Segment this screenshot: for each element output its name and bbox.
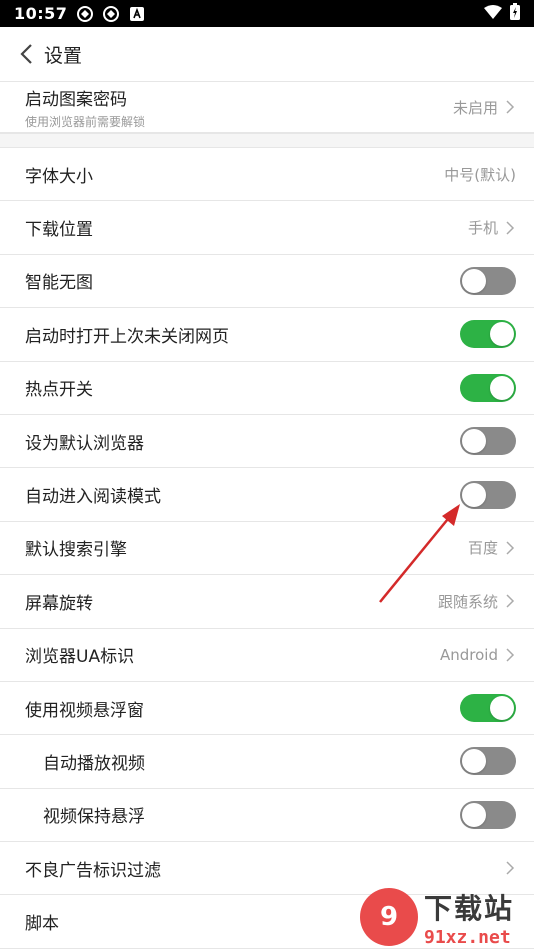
page-title: 设置	[44, 44, 83, 67]
default-browser-row: 设为默认浏览器	[0, 415, 534, 469]
toggle-knob	[462, 482, 486, 507]
toggle-knob	[490, 375, 514, 400]
restore-tabs-label: 启动时打开上次未关闭网页	[25, 326, 229, 347]
search-engine-label: 默认搜索引擎	[25, 540, 127, 561]
smart-no-image-toggle[interactable]	[460, 266, 516, 295]
chevron-right-icon	[504, 593, 516, 609]
wifi-icon	[484, 4, 502, 23]
screen-rotation-value: 跟随系统	[437, 592, 498, 611]
keep-video-float-toggle[interactable]	[460, 800, 516, 829]
toggle-knob	[462, 749, 486, 774]
screen-rotation-row[interactable]: 屏幕旋转 跟随系统	[0, 575, 534, 629]
smart-no-image-row: 智能无图	[0, 255, 534, 309]
screen-rotation-label: 屏幕旋转	[25, 593, 93, 614]
toggle-knob	[462, 268, 486, 293]
download-location-label: 下载位置	[25, 220, 93, 241]
hotspot-toggle[interactable]	[460, 373, 516, 402]
watermark-logo: 9 下载站 91xz.net	[360, 886, 530, 948]
font-size-label: 字体大小	[25, 166, 93, 187]
autoplay-video-row: 自动播放视频	[0, 735, 534, 789]
default-browser-toggle[interactable]	[460, 427, 516, 456]
status-time: 10:57	[14, 4, 68, 23]
toggle-knob	[490, 696, 514, 721]
keep-video-float-row: 视频保持悬浮	[0, 789, 534, 843]
video-float-row: 使用视频悬浮窗	[0, 682, 534, 736]
hotspot-label: 热点开关	[25, 380, 93, 401]
auto-reading-mode-label: 自动进入阅读模式	[25, 487, 161, 508]
scripts-label: 脚本	[25, 914, 59, 935]
chevron-right-icon	[504, 860, 516, 876]
chevron-right-icon	[504, 647, 516, 663]
battery-icon	[510, 3, 520, 24]
video-float-toggle[interactable]	[460, 694, 516, 723]
pattern-lock-label: 启动图案密码	[25, 89, 127, 110]
search-engine-row[interactable]: 默认搜索引擎 百度	[0, 522, 534, 576]
watermark-main: 下载站	[424, 891, 515, 925]
back-arrow-icon	[20, 44, 32, 64]
chevron-right-icon	[504, 99, 516, 115]
download-location-row[interactable]: 下载位置 手机	[0, 201, 534, 255]
status-right	[484, 3, 520, 24]
autoplay-video-toggle[interactable]	[460, 747, 516, 776]
notification-a-icon	[129, 6, 145, 22]
default-browser-label: 设为默认浏览器	[25, 433, 144, 454]
font-size-row[interactable]: 字体大小 中号(默认)	[0, 148, 534, 202]
auto-reading-mode-toggle[interactable]	[460, 480, 516, 509]
download-location-value: 手机	[467, 219, 498, 238]
group-separator	[0, 133, 534, 148]
user-agent-row[interactable]: 浏览器UA标识 Android	[0, 629, 534, 682]
user-agent-value: Android	[440, 645, 498, 664]
status-bar: 10:57	[0, 0, 534, 27]
pattern-lock-value: 未启用	[452, 98, 498, 117]
hotspot-row: 热点开关	[0, 362, 534, 415]
font-size-value: 中号(默认)	[444, 165, 516, 184]
ad-filter-label: 不良广告标识过滤	[25, 860, 161, 881]
autoplay-video-label: 自动播放视频	[43, 753, 145, 774]
app-icon	[103, 5, 120, 22]
pattern-lock-row[interactable]: 启动图案密码 使用浏览器前需要解锁 未启用	[0, 81, 534, 133]
video-float-label: 使用视频悬浮窗	[25, 700, 144, 721]
toggle-knob	[490, 322, 514, 347]
pattern-lock-desc: 使用浏览器前需要解锁	[25, 114, 146, 129]
toggle-knob	[462, 429, 486, 454]
chevron-right-icon	[504, 220, 516, 236]
restore-tabs-row: 启动时打开上次未关闭网页	[0, 308, 534, 362]
toggle-knob	[462, 802, 486, 827]
restore-tabs-toggle[interactable]	[460, 320, 516, 349]
watermark-sub: 91xz.net	[424, 926, 511, 948]
smart-no-image-label: 智能无图	[25, 273, 93, 294]
keep-video-float-label: 视频保持悬浮	[43, 807, 145, 828]
app-icon	[77, 5, 94, 22]
search-engine-value: 百度	[467, 539, 498, 558]
top-bar: 设置	[0, 27, 534, 81]
auto-reading-mode-row: 自动进入阅读模式	[0, 468, 534, 522]
back-button[interactable]	[14, 42, 38, 66]
watermark-logo-mark: 9	[360, 888, 418, 946]
chevron-right-icon	[504, 540, 516, 556]
user-agent-label: 浏览器UA标识	[25, 647, 135, 668]
